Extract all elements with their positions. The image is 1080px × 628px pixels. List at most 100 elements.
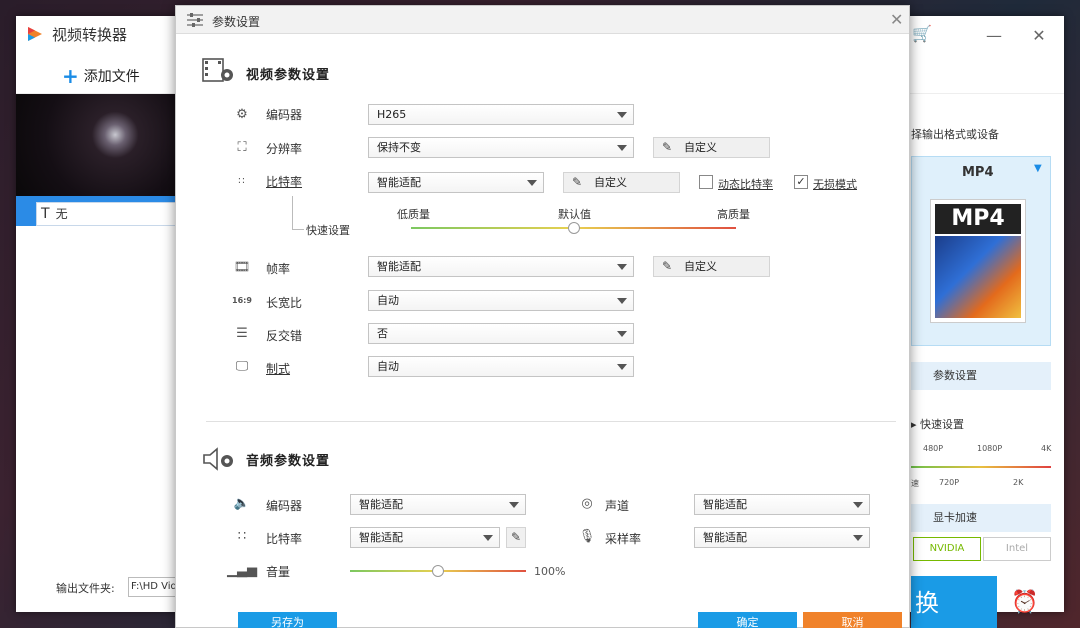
video-settings-icon [202,58,233,82]
bitrate-custom-button[interactable]: ✎ 自定义 [563,172,680,193]
audio-bitrate-icon: ∷ [237,528,247,544]
format-image: MP4 [930,199,1026,323]
volume-label: 音量 [266,565,291,579]
right-panel: 择输出格式或设备 MP4 ▼ MP4 参数设置 ▸ 快速设置 480P 1080… [911,94,1064,628]
samplerate-select[interactable]: 智能适配 [694,527,870,548]
framerate-select[interactable]: 智能适配 [368,256,634,277]
params-button-label: 参数设置 [933,369,977,382]
cart-icon[interactable]: 🛒 [912,24,932,43]
resolution-select[interactable]: 保持不变 [368,137,634,158]
audio-channel-value: 智能适配 [703,498,747,511]
close-window-icon[interactable]: ✕ [1029,26,1049,45]
framerate-label: 帧率 [266,262,291,276]
resolution-slider[interactable] [911,466,1051,468]
aspect-label: 长宽比 [266,296,303,310]
text-icon: T [41,206,50,222]
quick-settings-bracket [292,196,304,230]
dropdown-caret-icon [509,502,519,508]
deinterlace-select[interactable]: 否 [368,323,634,344]
bitrate-custom-label: 自定义 [594,176,627,189]
res-fast: 速 [911,479,919,488]
dropdown-caret-icon [853,535,863,541]
channel-icon: ◎ [581,495,593,511]
alarm-clock-icon[interactable]: ⏰ [1011,590,1038,615]
dialog-close-icon[interactable]: ✕ [890,10,903,29]
speaker-icon: 🔈 [233,495,251,511]
gpu-accel-button[interactable]: 显卡加速 [911,504,1051,532]
res-480p: 480P [923,444,944,453]
format-image-text: MP4 [935,204,1021,234]
dynamic-bitrate-checkbox[interactable] [699,175,713,189]
output-folder-input[interactable]: F:\HD Vide [128,577,176,597]
res-720p: 720P [939,478,960,487]
save-as-button[interactable]: 另存为 [238,612,337,628]
add-file-label: 添加文件 [83,69,140,85]
caret-down-icon: ▼ [1034,163,1042,174]
framerate-custom-label: 自定义 [684,260,717,273]
resolution-custom-button[interactable]: ✎ 自定义 [653,137,770,158]
format-hint: 择输出格式或设备 [911,128,999,141]
resolution-label: 分辨率 [266,142,303,156]
video-encoder-label: 编码器 [266,108,303,122]
minimize-icon[interactable]: — [984,26,1004,45]
video-encoder-value: H265 [377,108,407,121]
settings-sliders-icon [187,13,203,27]
video-bitrate-select[interactable]: 智能适配 [368,172,544,193]
dropdown-caret-icon [853,502,863,508]
dropdown-caret-icon [617,331,627,337]
lossless-label[interactable]: 无损模式 [813,176,857,192]
params-settings-button[interactable]: 参数设置 [911,362,1051,390]
pencil-icon: ✎ [662,140,673,154]
video-section-title: 视频参数设置 [246,68,331,83]
video-thumbnail[interactable] [16,94,176,196]
quick-settings-label: ▸ 快速设置 [911,418,965,431]
samplerate-value: 智能适配 [703,531,747,544]
quality-slider-knob[interactable] [567,222,580,234]
ok-button[interactable]: 确定 [698,612,797,628]
subtitle-select[interactable]: T无 [36,202,176,226]
standard-value: 自动 [377,360,399,373]
volume-percent: 100% [534,565,566,578]
quality-default-label: 默认值 [558,208,591,221]
volume-slider-knob[interactable] [432,565,444,577]
framerate-custom-button[interactable]: ✎ 自定义 [653,256,770,277]
bitrate-dots-icon: ∷ [238,175,246,187]
dropdown-caret-icon [527,180,537,186]
standard-select[interactable]: 自动 [368,356,634,377]
nvidia-badge: NVIDIA [913,537,981,561]
microphone-icon: 🎙 [578,528,596,544]
audio-encoder-select[interactable]: 智能适配 [350,494,526,515]
add-file-button[interactable]: + 添加文件 [62,66,140,86]
aspect-ratio-icon: 16:9 [232,295,252,305]
format-selector[interactable]: MP4 ▼ MP4 [911,156,1051,346]
deinterlace-lines-icon: ☰ [236,325,248,341]
convert-button[interactable]: 换 [911,576,997,628]
quality-low-label: 低质量 [397,208,430,221]
resolution-icon: ⛶ [237,139,247,155]
audio-bitrate-select[interactable]: 智能适配 [350,527,500,548]
aspect-select[interactable]: 自动 [368,290,634,311]
lossless-checkbox[interactable]: ✓ [794,175,808,189]
encoder-gear-icon: ⚙ [236,106,248,122]
plus-icon: + [62,64,79,88]
quick-settings-text: 快速设置 [920,418,965,431]
audio-encoder-value: 智能适配 [359,498,403,511]
video-encoder-select[interactable]: H265 [368,104,634,125]
app-title: 视频转换器 [52,26,128,44]
output-folder-label: 输出文件夹: [56,582,115,595]
audio-channel-label: 声道 [605,499,630,513]
audio-bitrate-edit-button[interactable]: ✎ [506,527,526,548]
deinterlace-value: 否 [377,327,388,340]
monitor-icon: 🖵 [235,358,249,374]
resolution-value: 保持不变 [377,141,421,154]
framerate-value: 智能适配 [377,260,421,273]
audio-bitrate-value: 智能适配 [359,531,403,544]
cancel-button[interactable]: 取消 [803,612,902,628]
dynamic-bitrate-label[interactable]: 动态比特率 [718,176,773,192]
pencil-icon: ✎ [511,530,522,544]
res-1080p: 1080P [977,444,1003,453]
samplerate-label: 采样率 [605,532,642,546]
gpu-accel-label: 显卡加速 [933,511,977,524]
dialog-titlebar: 参数设置 ✕ [176,6,909,34]
audio-channel-select[interactable]: 智能适配 [694,494,870,515]
